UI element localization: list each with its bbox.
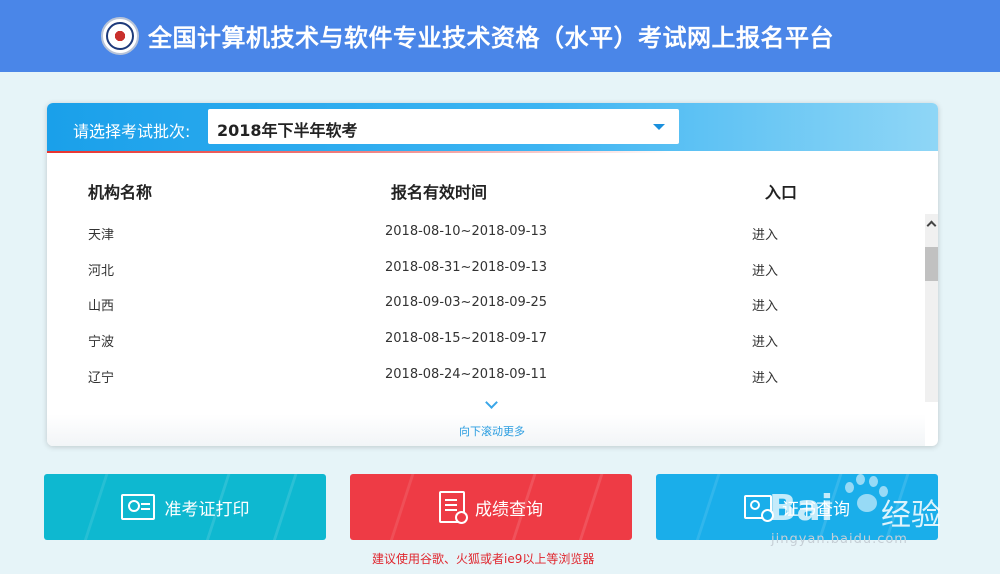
- batch-selected-value: 2018年下半年软考: [217, 121, 358, 140]
- admission-ticket-print-label: 准考证打印: [164, 499, 250, 520]
- org-name: 山西: [88, 299, 115, 314]
- browser-notice: 建议使用谷歌、火狐或者ie9以上等浏览器: [372, 552, 595, 566]
- table-scrollbar[interactable]: [925, 214, 938, 402]
- watermark-url: jingyan.baidu.com: [771, 532, 908, 547]
- document-search-icon: [439, 491, 468, 524]
- header-entry: 入口: [765, 183, 798, 202]
- enter-link[interactable]: 进入: [752, 295, 778, 314]
- accent-divider: [47, 151, 938, 153]
- enter-link[interactable]: 进入: [752, 224, 778, 243]
- registration-period: 2018-09-03~2018-09-25: [385, 295, 547, 310]
- certificate-search-icon: [744, 495, 774, 522]
- org-name: 宁波: [88, 335, 115, 350]
- baidu-jingyan-watermark: Bai 经验 jingyan.baidu.com: [769, 466, 999, 556]
- ruankao-emblem-icon: [101, 17, 139, 55]
- table-row: 辽宁 2018-08-24~2018-09-11 进入: [47, 358, 925, 394]
- registration-period: 2018-08-31~2018-09-13: [385, 260, 547, 275]
- table-row: 河北 2018-08-31~2018-09-13 进入: [47, 251, 925, 287]
- table-row: 天津 2018-08-10~2018-09-13 进入: [47, 215, 925, 251]
- admission-ticket-print-button[interactable]: 准考证打印: [44, 474, 326, 540]
- score-query-button[interactable]: 成绩查询: [350, 474, 632, 540]
- batch-bar: 请选择考试批次: 2018年下半年软考: [47, 103, 938, 151]
- page-title: 全国计算机技术与软件专业技术资格（水平）考试网上报名平台: [148, 24, 834, 52]
- org-name: 辽宁: [88, 371, 115, 386]
- header-org: 机构名称: [88, 183, 153, 202]
- batch-select[interactable]: 2018年下半年软考: [208, 109, 679, 144]
- scroll-thumb[interactable]: [925, 247, 938, 281]
- scroll-up-arrow-icon[interactable]: [925, 214, 938, 232]
- registration-card: 请选择考试批次: 2018年下半年软考 机构名称 报名有效时间 入口 天津 20…: [47, 103, 938, 446]
- registration-period: 2018-08-10~2018-09-13: [385, 224, 547, 239]
- caret-down-icon: [653, 124, 665, 130]
- header-bar: 全国计算机技术与软件专业技术资格（水平）考试网上报名平台: [0, 0, 1000, 72]
- id-card-icon: [120, 494, 155, 520]
- org-name: 天津: [88, 228, 115, 243]
- watermark-brand: Bai: [769, 488, 834, 529]
- score-query-label: 成绩查询: [475, 499, 543, 520]
- registration-period: 2018-08-24~2018-09-11: [385, 367, 547, 382]
- enter-link[interactable]: 进入: [752, 331, 778, 350]
- watermark-brand-suffix: 经验: [881, 498, 941, 533]
- header-period: 报名有效时间: [391, 183, 488, 202]
- batch-label: 请选择考试批次:: [73, 122, 191, 141]
- org-name: 河北: [88, 264, 115, 279]
- table-row: 宁波 2018-08-15~2018-09-17 进入: [47, 322, 925, 358]
- scroll-more-hint[interactable]: 向下滚动更多: [459, 423, 525, 439]
- enter-link[interactable]: 进入: [752, 367, 778, 386]
- enter-link[interactable]: 进入: [752, 260, 778, 279]
- table-row: 山西 2018-09-03~2018-09-25 进入: [47, 286, 925, 322]
- registration-period: 2018-08-15~2018-09-17: [385, 331, 547, 346]
